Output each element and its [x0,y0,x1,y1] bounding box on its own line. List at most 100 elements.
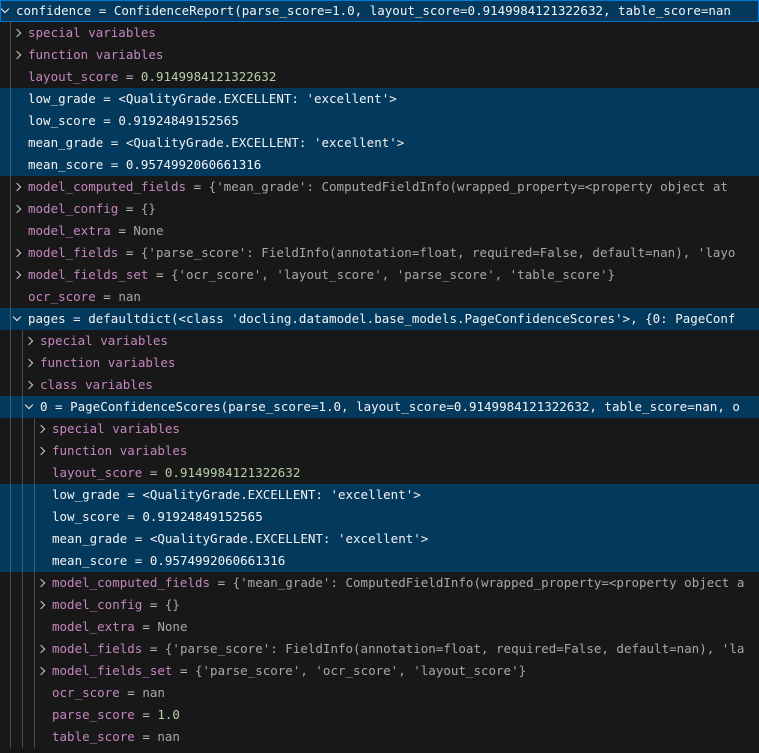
indent-guide [22,352,23,374]
variable-value: nan [118,289,141,304]
debug-variables-panel: confidence = ConfidenceReport(parse_scor… [0,0,759,753]
tree-row[interactable]: model_extra = None [0,616,759,638]
tree-row[interactable]: model_config = {} [0,594,759,616]
equals-sign: = [210,575,233,590]
tree-row[interactable]: low_grade = <QualityGrade.EXCELLENT: 'ex… [0,484,759,506]
equals-sign: = [186,179,209,194]
variable-value: 0.9149984121322632 [141,69,276,84]
row-content: mean_score = 0.9574992060661316 [0,154,759,176]
group-label: class variables [40,377,153,392]
row-content: function variables [0,352,759,374]
indent-guide [10,594,11,616]
indent-guide [10,44,11,66]
tree-row[interactable]: layout_score = 0.9149984121322632 [0,462,759,484]
indent-guide [10,242,11,264]
indent-guide [22,440,23,462]
indent-guide [10,88,11,110]
tree-row[interactable]: pages = defaultdict(<class 'docling.data… [0,308,759,330]
tree-row[interactable]: function variables [0,440,759,462]
tree-row[interactable]: model_computed_fields = {'mean_grade': C… [0,176,759,198]
tree-row[interactable]: parse_score = 1.0 [0,704,759,726]
tree-row[interactable]: class variables [0,374,759,396]
tree-row[interactable]: model_fields_set = {'ocr_score', 'layout… [0,264,759,286]
indent-guide [34,440,35,462]
tree-row[interactable]: table_score = nan [0,726,759,748]
variable-value: <QualityGrade.EXCELLENT: 'excellent'> [118,91,396,106]
tree-row[interactable]: model_fields = {'parse_score': FieldInfo… [0,242,759,264]
variable-name: mean_score [52,553,127,568]
equals-sign: = [118,201,141,216]
row-content: model_config = {} [0,594,759,616]
variable-value: nan [142,685,165,700]
indent-guide [10,330,11,352]
variable-name: low_grade [28,91,96,106]
variable-name: model_config [28,201,118,216]
equals-sign: = [172,663,195,678]
variable-name: mean_score [28,157,103,172]
tree-row[interactable]: model_fields_set = {'parse_score', 'ocr_… [0,660,759,682]
tree-row[interactable]: layout_score = 0.9149984121322632 [0,66,759,88]
group-label: special variables [52,421,180,436]
equals-sign: = [48,399,71,414]
variable-value: {'parse_score': FieldInfo(annotation=flo… [165,641,744,656]
tree-row[interactable]: low_score = 0.91924849152565 [0,506,759,528]
indent-guide [34,418,35,440]
tree-row[interactable]: mean_grade = <QualityGrade.EXCELLENT: 'e… [0,528,759,550]
indent-guide [10,220,11,242]
tree-row[interactable]: function variables [0,352,759,374]
indent-guide [34,462,35,484]
indent-guide [10,352,11,374]
indent-guide [10,396,11,418]
indent-guide [10,528,11,550]
variable-name: low_score [52,509,120,524]
row-content: model_computed_fields = {'mean_grade': C… [0,572,759,594]
tree-row[interactable]: ocr_score = nan [0,286,759,308]
variable-name: low_score [28,113,96,128]
tree-row[interactable]: model_fields = {'parse_score': FieldInfo… [0,638,759,660]
tree-row[interactable]: low_grade = <QualityGrade.EXCELLENT: 'ex… [0,88,759,110]
indent-guide [10,484,11,506]
indent-guide [22,330,23,352]
tree-row[interactable]: model_computed_fields = {'mean_grade': C… [0,572,759,594]
tree-row[interactable]: mean_grade = <QualityGrade.EXCELLENT: 'e… [0,132,759,154]
tree-row[interactable]: model_config = {} [0,198,759,220]
equals-sign: = [120,487,143,502]
tree-row[interactable]: function variables [0,44,759,66]
row-content: mean_grade = <QualityGrade.EXCELLENT: 'e… [0,132,759,154]
indent-guide [10,638,11,660]
indent-guide [10,154,11,176]
indent-guide [34,704,35,726]
tree-row[interactable]: model_extra = None [0,220,759,242]
equals-sign: = [142,465,165,480]
indent-guide [10,198,11,220]
variable-name: ocr_score [52,685,120,700]
row-content: special variables [0,330,759,352]
tree-row[interactable]: 0 = PageConfidenceScores(parse_score=1.0… [0,396,759,418]
equals-sign: = [96,113,119,128]
variable-value: {'parse_score': FieldInfo(annotation=flo… [141,245,736,260]
tree-row[interactable]: mean_score = 0.9574992060661316 [0,550,759,572]
row-content: low_score = 0.91924849152565 [0,506,759,528]
tree-row[interactable]: confidence = ConfidenceReport(parse_scor… [0,0,759,22]
row-content: layout_score = 0.9149984121322632 [0,462,759,484]
variable-name: layout_score [28,69,118,84]
row-content: class variables [0,374,759,396]
equals-sign: = [148,267,171,282]
group-label: function variables [28,47,163,62]
indent-guide [34,638,35,660]
indent-guide [34,528,35,550]
variable-value: nan [157,729,180,744]
tree-row[interactable]: mean_score = 0.9574992060661316 [0,154,759,176]
indent-guide [22,528,23,550]
tree-row[interactable]: special variables [0,418,759,440]
variable-name: mean_grade [28,135,103,150]
equals-sign: = [120,509,143,524]
tree-row[interactable]: ocr_score = nan [0,682,759,704]
variable-name: table_score [52,729,135,744]
variable-name: confidence [16,3,91,18]
tree-row[interactable]: low_score = 0.91924849152565 [0,110,759,132]
equals-sign: = [135,729,158,744]
tree-row[interactable]: special variables [0,22,759,44]
equals-sign: = [66,311,89,326]
tree-row[interactable]: special variables [0,330,759,352]
